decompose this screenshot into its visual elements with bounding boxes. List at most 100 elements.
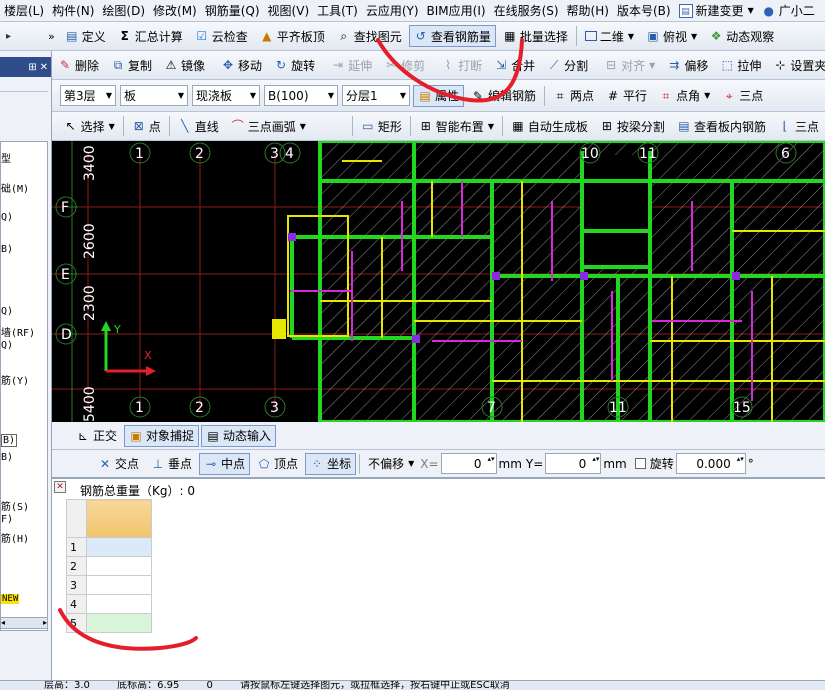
- layer-select[interactable]: 分层1 ▼: [342, 85, 410, 106]
- menu-help[interactable]: 帮助(H): [563, 0, 613, 21]
- y-coordinate-input[interactable]: 0: [545, 453, 602, 474]
- menu-floor[interactable]: 楼层(L): [0, 0, 48, 21]
- menu-tools[interactable]: 工具(T): [313, 0, 362, 21]
- break-button[interactable]: ⌇ 打断: [436, 54, 487, 76]
- table-row[interactable]: 3: [66, 575, 152, 595]
- menu-cloud[interactable]: 云应用(Y): [362, 0, 423, 21]
- dynamic-input-toggle[interactable]: ▤ 动态输入: [201, 424, 277, 447]
- merge-button[interactable]: ⇲ 合并: [489, 54, 540, 76]
- three-point-tool-button[interactable]: ⌊ 三点: [773, 115, 824, 137]
- menu-view[interactable]: 视图(V): [264, 0, 314, 21]
- three-point-button[interactable]: ⌖ 三点: [717, 85, 768, 107]
- list-item[interactable]: 筋(H): [1, 530, 29, 545]
- menu-bim[interactable]: BIM应用(I): [423, 0, 490, 21]
- menu-component[interactable]: 构件(N): [48, 0, 98, 21]
- snap-intersection-toggle[interactable]: ✕ 交点: [93, 453, 144, 475]
- horizontal-scrollbar[interactable]: ◂ ▸: [0, 617, 48, 629]
- stretch-button[interactable]: ⬚ 拉伸: [715, 54, 766, 76]
- rotate-angle-input[interactable]: 0.000: [675, 453, 746, 474]
- menu-user[interactable]: ● 广小二: [758, 0, 819, 21]
- table-cell[interactable]: [86, 613, 152, 633]
- ortho-toggle[interactable]: ⊾ 正交: [71, 425, 122, 447]
- list-item[interactable]: 墙(RF): [1, 324, 35, 339]
- list-item[interactable]: B): [1, 244, 13, 255]
- x-coordinate-input[interactable]: 0: [440, 453, 497, 474]
- offset-button[interactable]: ⇉ 偏移: [662, 54, 713, 76]
- mirror-button[interactable]: ⚠ 镜像: [159, 54, 210, 76]
- summary-calc-button[interactable]: Σ 汇总计算: [113, 25, 188, 47]
- two-point-button[interactable]: ⌗ 两点: [548, 85, 599, 107]
- close-icon[interactable]: ✕: [54, 481, 66, 493]
- list-item[interactable]: Q): [1, 340, 13, 351]
- edit-rebar-button[interactable]: ✎ 编辑钢筋: [466, 85, 541, 107]
- point-angle-button[interactable]: ⌗ 点角 ▼: [654, 85, 715, 107]
- table-row[interactable]: 1: [66, 537, 152, 557]
- view-2d-dropdown[interactable]: 二维 ▼: [580, 25, 639, 47]
- table-row[interactable]: 4: [66, 594, 152, 614]
- view-slab-rebar-button[interactable]: ▤ 查看板内钢筋: [672, 115, 771, 137]
- align-dropdown[interactable]: ⊟ 对齐 ▼: [599, 54, 660, 76]
- table-row[interactable]: 5: [66, 613, 152, 633]
- list-item-selected[interactable]: B): [1, 434, 18, 447]
- rectangle-button[interactable]: ▭ 矩形: [356, 115, 407, 137]
- snap-coordinate-toggle[interactable]: ⁘ 坐标: [305, 452, 357, 475]
- batch-select-button[interactable]: ▦ 批量选择: [498, 25, 573, 47]
- view-rebar-quantity-button[interactable]: ↺ 查看钢筋量: [408, 25, 496, 47]
- list-item[interactable]: Q): [1, 306, 13, 317]
- selected-slab-marker[interactable]: [272, 319, 286, 339]
- set-grip-button[interactable]: ⊹ 设置夹: [768, 54, 825, 76]
- trim-button[interactable]: ✂ 修剪: [379, 54, 430, 76]
- offset-mode-dropdown[interactable]: 不偏移 ▼: [363, 453, 419, 475]
- smart-layout-dropdown[interactable]: ⊞ 智能布置 ▼: [414, 115, 499, 137]
- list-item[interactable]: 础(M): [1, 180, 29, 195]
- find-element-button[interactable]: ⌕ 查找图元: [332, 25, 407, 47]
- rotate-checkbox[interactable]: [634, 458, 646, 469]
- list-item[interactable]: B): [1, 452, 13, 463]
- column-header[interactable]: [86, 499, 152, 538]
- align-slab-top-button[interactable]: ▲ 平齐板顶: [255, 25, 330, 47]
- menu-rebar-quantity[interactable]: 钢筋量(Q): [201, 0, 264, 21]
- menu-version[interactable]: 版本号(B): [613, 0, 675, 21]
- view-top-dropdown[interactable]: ▣ 俯视 ▼: [641, 25, 702, 47]
- menu-new-change[interactable]: ▤ 新建变更 ▼: [675, 0, 758, 21]
- line-button[interactable]: ╲ 直线: [173, 115, 224, 137]
- drawing-canvas[interactable]: 1 2 3 4 10 11 6 1 2 3 7 11 15 F E D 3400…: [52, 141, 825, 422]
- snap-midpoint-toggle[interactable]: ⊸ 中点: [199, 452, 251, 475]
- menu-draw[interactable]: 绘图(D): [98, 0, 149, 21]
- table-cell[interactable]: [86, 537, 152, 557]
- table-cell[interactable]: [86, 556, 152, 576]
- member-select[interactable]: B(100) ▼: [264, 85, 338, 106]
- scroll-left-icon[interactable]: ◂: [1, 618, 5, 627]
- rotate-button[interactable]: ↻ 旋转: [269, 54, 320, 76]
- define-button[interactable]: ▤ 定义: [60, 25, 111, 47]
- select-dropdown[interactable]: ↖ 选择 ▼: [59, 115, 120, 137]
- pin-icon[interactable]: ⊞: [28, 62, 36, 73]
- toolbar-more-icon[interactable]: »: [48, 30, 55, 43]
- three-point-arc-dropdown[interactable]: ⌒ 三点画弧 ▼: [226, 115, 311, 137]
- list-item[interactable]: 筋(Y): [1, 372, 29, 387]
- snap-perpendicular-toggle[interactable]: ⊥ 垂点: [146, 453, 197, 475]
- extend-button[interactable]: ⇥ 延伸: [326, 54, 377, 76]
- table-cell[interactable]: [86, 575, 152, 595]
- list-item[interactable]: F): [1, 514, 13, 525]
- snap-vertex-toggle[interactable]: ⬠ 顶点: [252, 453, 303, 475]
- object-snap-toggle[interactable]: ▣ 对象捕捉: [124, 424, 200, 447]
- split-button[interactable]: ⟋ 分割: [542, 54, 593, 76]
- table-cell[interactable]: [86, 594, 152, 614]
- cloud-check-button[interactable]: ☑ 云检查: [190, 25, 253, 47]
- menu-modify[interactable]: 修改(M): [149, 0, 201, 21]
- type-select[interactable]: 板 ▼: [120, 85, 188, 106]
- menu-online[interactable]: 在线服务(S): [490, 0, 563, 21]
- auto-generate-slab-button[interactable]: ▦ 自动生成板: [506, 115, 593, 137]
- split-by-beam-button[interactable]: ⊞ 按梁分割: [595, 115, 670, 137]
- scroll-right-icon[interactable]: ▸: [43, 618, 47, 628]
- table-row[interactable]: 2: [66, 556, 152, 576]
- list-item[interactable]: 型: [1, 150, 11, 165]
- point-button[interactable]: ⊠ 点: [127, 115, 166, 137]
- list-item[interactable]: 筋(S): [1, 498, 29, 513]
- properties-button[interactable]: ▤ 属性: [413, 84, 465, 107]
- floor-select[interactable]: 第3层 ▼: [60, 85, 116, 106]
- dynamic-observe-button[interactable]: ❖ 动态观察: [704, 25, 779, 47]
- delete-button[interactable]: ✎ 删除: [53, 54, 104, 76]
- subtype-select[interactable]: 现浇板 ▼: [192, 85, 260, 106]
